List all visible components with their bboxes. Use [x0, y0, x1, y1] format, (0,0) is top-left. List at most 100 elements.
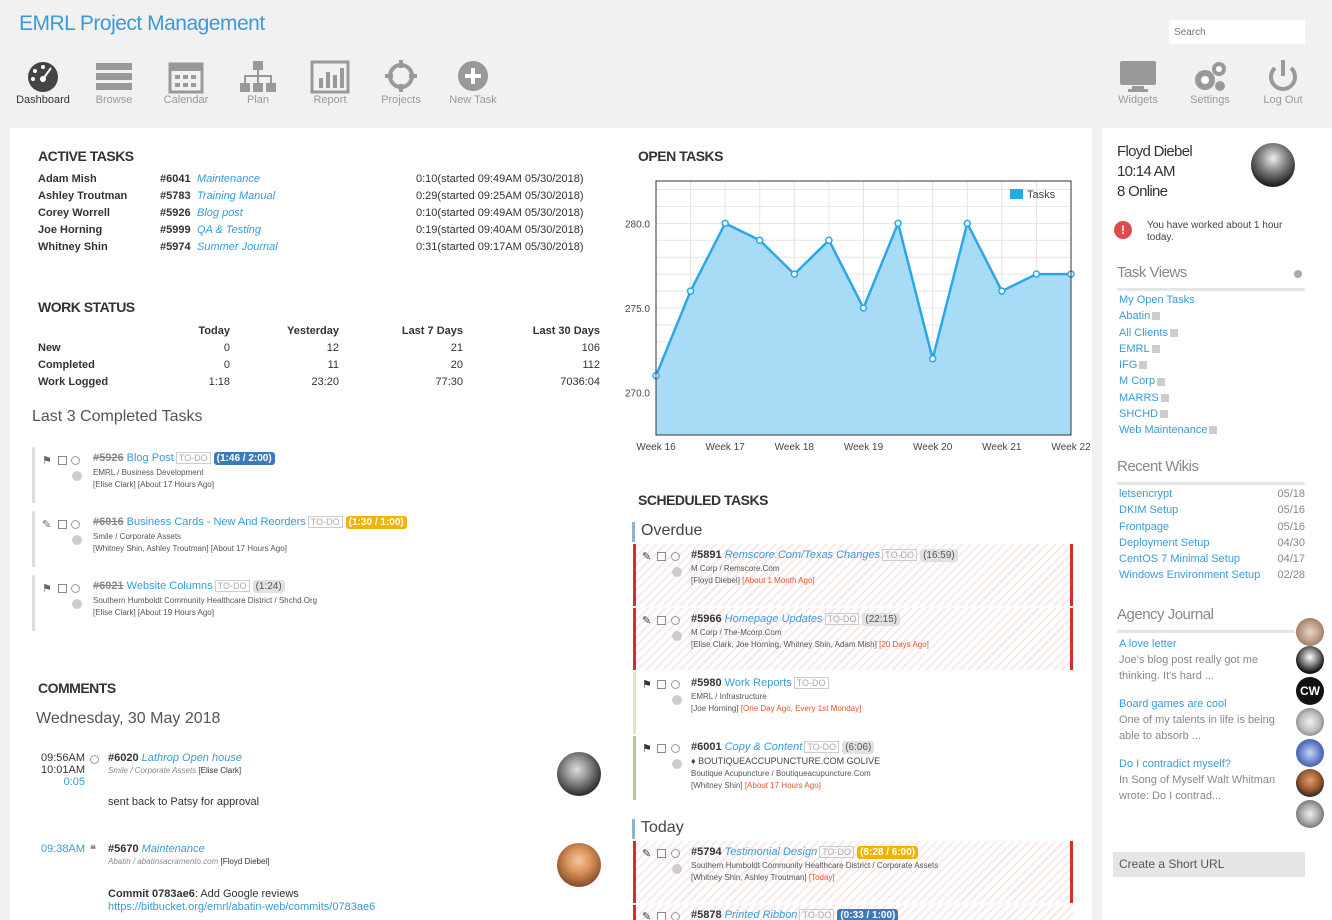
app-title[interactable]: EMRL Project Management [19, 12, 265, 36]
task-link[interactable]: Copy & Content [725, 741, 803, 753]
task-link[interactable]: QA & Testing [197, 224, 261, 236]
wiki-link[interactable]: letsencrypt [1119, 488, 1172, 500]
nav-calendar[interactable]: Calendar [154, 58, 218, 106]
checkbox[interactable] [657, 742, 668, 754]
wiki-link[interactable]: CentOS 7 Minimal Setup [1119, 553, 1240, 565]
user-avatar[interactable] [1251, 143, 1295, 187]
edit-icon[interactable] [1139, 361, 1148, 370]
data-point[interactable] [756, 236, 764, 245]
add-icon[interactable] [672, 759, 682, 769]
journal-link[interactable]: Board games are cool [1119, 696, 1289, 712]
edit-icon[interactable] [1160, 410, 1169, 419]
data-point[interactable] [894, 219, 902, 228]
active-task-row[interactable]: Joe Horning #5999 QA & Testing 0:19(started… [38, 224, 603, 241]
avatar[interactable] [1296, 618, 1324, 646]
data-point[interactable] [790, 270, 799, 278]
gear-icon[interactable] [1294, 270, 1302, 278]
task-link[interactable]: Maintenance [197, 173, 260, 185]
add-icon[interactable] [672, 567, 682, 577]
checkbox[interactable] [657, 678, 668, 690]
checkbox[interactable] [58, 582, 69, 594]
task-link[interactable]: Testimonial Design [725, 846, 818, 858]
scheduled-task[interactable]: ✎ #5891 Remscore.Com/Texas Changes TO-DO … [633, 544, 1073, 606]
nav-widgets[interactable]: Widgets [1106, 58, 1170, 106]
task-link[interactable]: Maintenance [142, 843, 205, 855]
task-link[interactable]: Homepage Updates [725, 613, 823, 625]
active-task-row[interactable]: Whitney Shin #5974 Summer Journal 0:31(star… [38, 241, 603, 258]
data-point[interactable] [859, 304, 868, 312]
task-view-item[interactable]: IFG [1119, 359, 1299, 375]
data-point[interactable] [825, 236, 833, 245]
add-icon[interactable] [672, 695, 682, 705]
task-view-item[interactable]: M Corp [1119, 375, 1299, 391]
avatar[interactable] [1296, 708, 1324, 736]
nav-settings[interactable]: Settings [1178, 58, 1242, 106]
user-name[interactable]: Floyd Diebel [1117, 142, 1193, 162]
search-input[interactable] [1169, 20, 1305, 44]
checkbox[interactable] [657, 910, 668, 920]
nav-dashboard[interactable]: Dashboard [11, 58, 75, 106]
edit-icon[interactable] [1152, 312, 1161, 321]
wiki-item[interactable]: CentOS 7 Minimal Setup 04/17 [1119, 553, 1305, 569]
task-view-item[interactable]: EMRL [1119, 343, 1299, 359]
data-point[interactable] [721, 219, 729, 228]
wiki-item[interactable]: Frontpage 05/16 [1119, 521, 1305, 537]
nav-new-task[interactable]: New Task [441, 58, 505, 106]
add-icon[interactable] [72, 535, 82, 545]
task-link[interactable]: Remscore.Com/Texas Changes [725, 549, 881, 561]
nav-browse[interactable]: Browse [82, 58, 146, 106]
data-point[interactable] [1032, 270, 1041, 278]
task-link[interactable]: Work Reports [725, 677, 792, 689]
edit-icon[interactable] [1160, 393, 1169, 402]
scheduled-task[interactable]: ⚑ #5980 Work Reports TO-DO EMRL / Infrast… [633, 672, 1073, 734]
active-task-row[interactable]: Ashley Troutman #5783 Training Manual 0:29(… [38, 190, 603, 207]
task-link[interactable]: Summer Journal [197, 241, 278, 253]
task-link[interactable]: Printed Ribbon [725, 909, 798, 920]
task-link[interactable]: Lathrop Open house [142, 752, 242, 764]
wiki-item[interactable]: letsencrypt 05/18 [1119, 488, 1305, 504]
task-view-item[interactable]: My Open Tasks [1119, 294, 1299, 310]
task-view-item[interactable]: Abatin [1119, 310, 1299, 326]
completed-task[interactable]: ⚑ #5926 Blog Post TO-DO (1:46 / 2:00) EMR… [32, 447, 592, 503]
add-icon[interactable] [72, 599, 82, 609]
task-view-item[interactable]: MARRS [1119, 392, 1299, 408]
active-task-row[interactable]: Adam Mish #6041 Maintenance 0:10(started 09… [38, 173, 603, 190]
checkbox[interactable] [657, 847, 668, 859]
online-count[interactable]: 8 Online [1117, 182, 1192, 202]
scheduled-task[interactable]: ✎ #5794 Testimonial Design TO-DO (8:28 / … [633, 841, 1073, 903]
task-view-item[interactable]: SHCHD [1119, 408, 1299, 424]
checkbox[interactable] [657, 614, 668, 626]
scheduled-task[interactable]: ⚑ #6001 Copy & Content TO-DO (6:06) ♦ BOU… [633, 736, 1073, 800]
journal-item[interactable]: Do I contradict myself? In Song of Myself… [1119, 756, 1289, 816]
journal-item[interactable]: Board games are cool One of my talents in… [1119, 696, 1289, 756]
add-icon[interactable] [72, 471, 82, 481]
checkbox[interactable] [58, 518, 69, 530]
task-view-item[interactable]: Web Maintenance [1119, 424, 1299, 440]
wiki-link[interactable]: Deployment Setup [1119, 537, 1210, 549]
wiki-item[interactable]: DKIM Setup 05/16 [1119, 504, 1305, 520]
wiki-link[interactable]: Windows Environment Setup [1119, 569, 1260, 581]
avatar[interactable] [1296, 739, 1324, 767]
wiki-item[interactable]: Windows Environment Setup 02/28 [1119, 569, 1305, 585]
journal-link[interactable]: A love letter [1119, 636, 1289, 652]
edit-icon[interactable] [1209, 426, 1218, 435]
task-link[interactable]: Blog Post [127, 452, 174, 464]
commit-link[interactable]: https://bitbucket.org/emrl/abatin-web/co… [108, 901, 375, 913]
task-link[interactable]: Blog post [197, 207, 243, 219]
add-icon[interactable] [672, 864, 682, 874]
avatar[interactable] [1296, 769, 1324, 797]
scheduled-task[interactable]: ✎ #5878 Printed Ribbon TO-DO (0:33 / 1:00… [633, 905, 1073, 920]
checkbox[interactable] [58, 454, 69, 466]
task-link[interactable]: Business Cards - New And Reorders [127, 516, 306, 528]
data-point[interactable] [686, 287, 695, 295]
journal-link[interactable]: Do I contradict myself? [1119, 756, 1289, 772]
task-link[interactable]: Training Manual [197, 190, 275, 202]
nav-report[interactable]: Report [298, 58, 362, 106]
wiki-link[interactable]: Frontpage [1119, 521, 1169, 533]
data-point[interactable] [998, 287, 1006, 295]
checkbox[interactable] [657, 550, 668, 562]
avatar[interactable] [1296, 646, 1324, 674]
wiki-link[interactable]: DKIM Setup [1119, 504, 1178, 516]
journal-item[interactable]: A love letter Joe's blog post really got … [1119, 636, 1289, 696]
add-icon[interactable] [672, 631, 682, 641]
